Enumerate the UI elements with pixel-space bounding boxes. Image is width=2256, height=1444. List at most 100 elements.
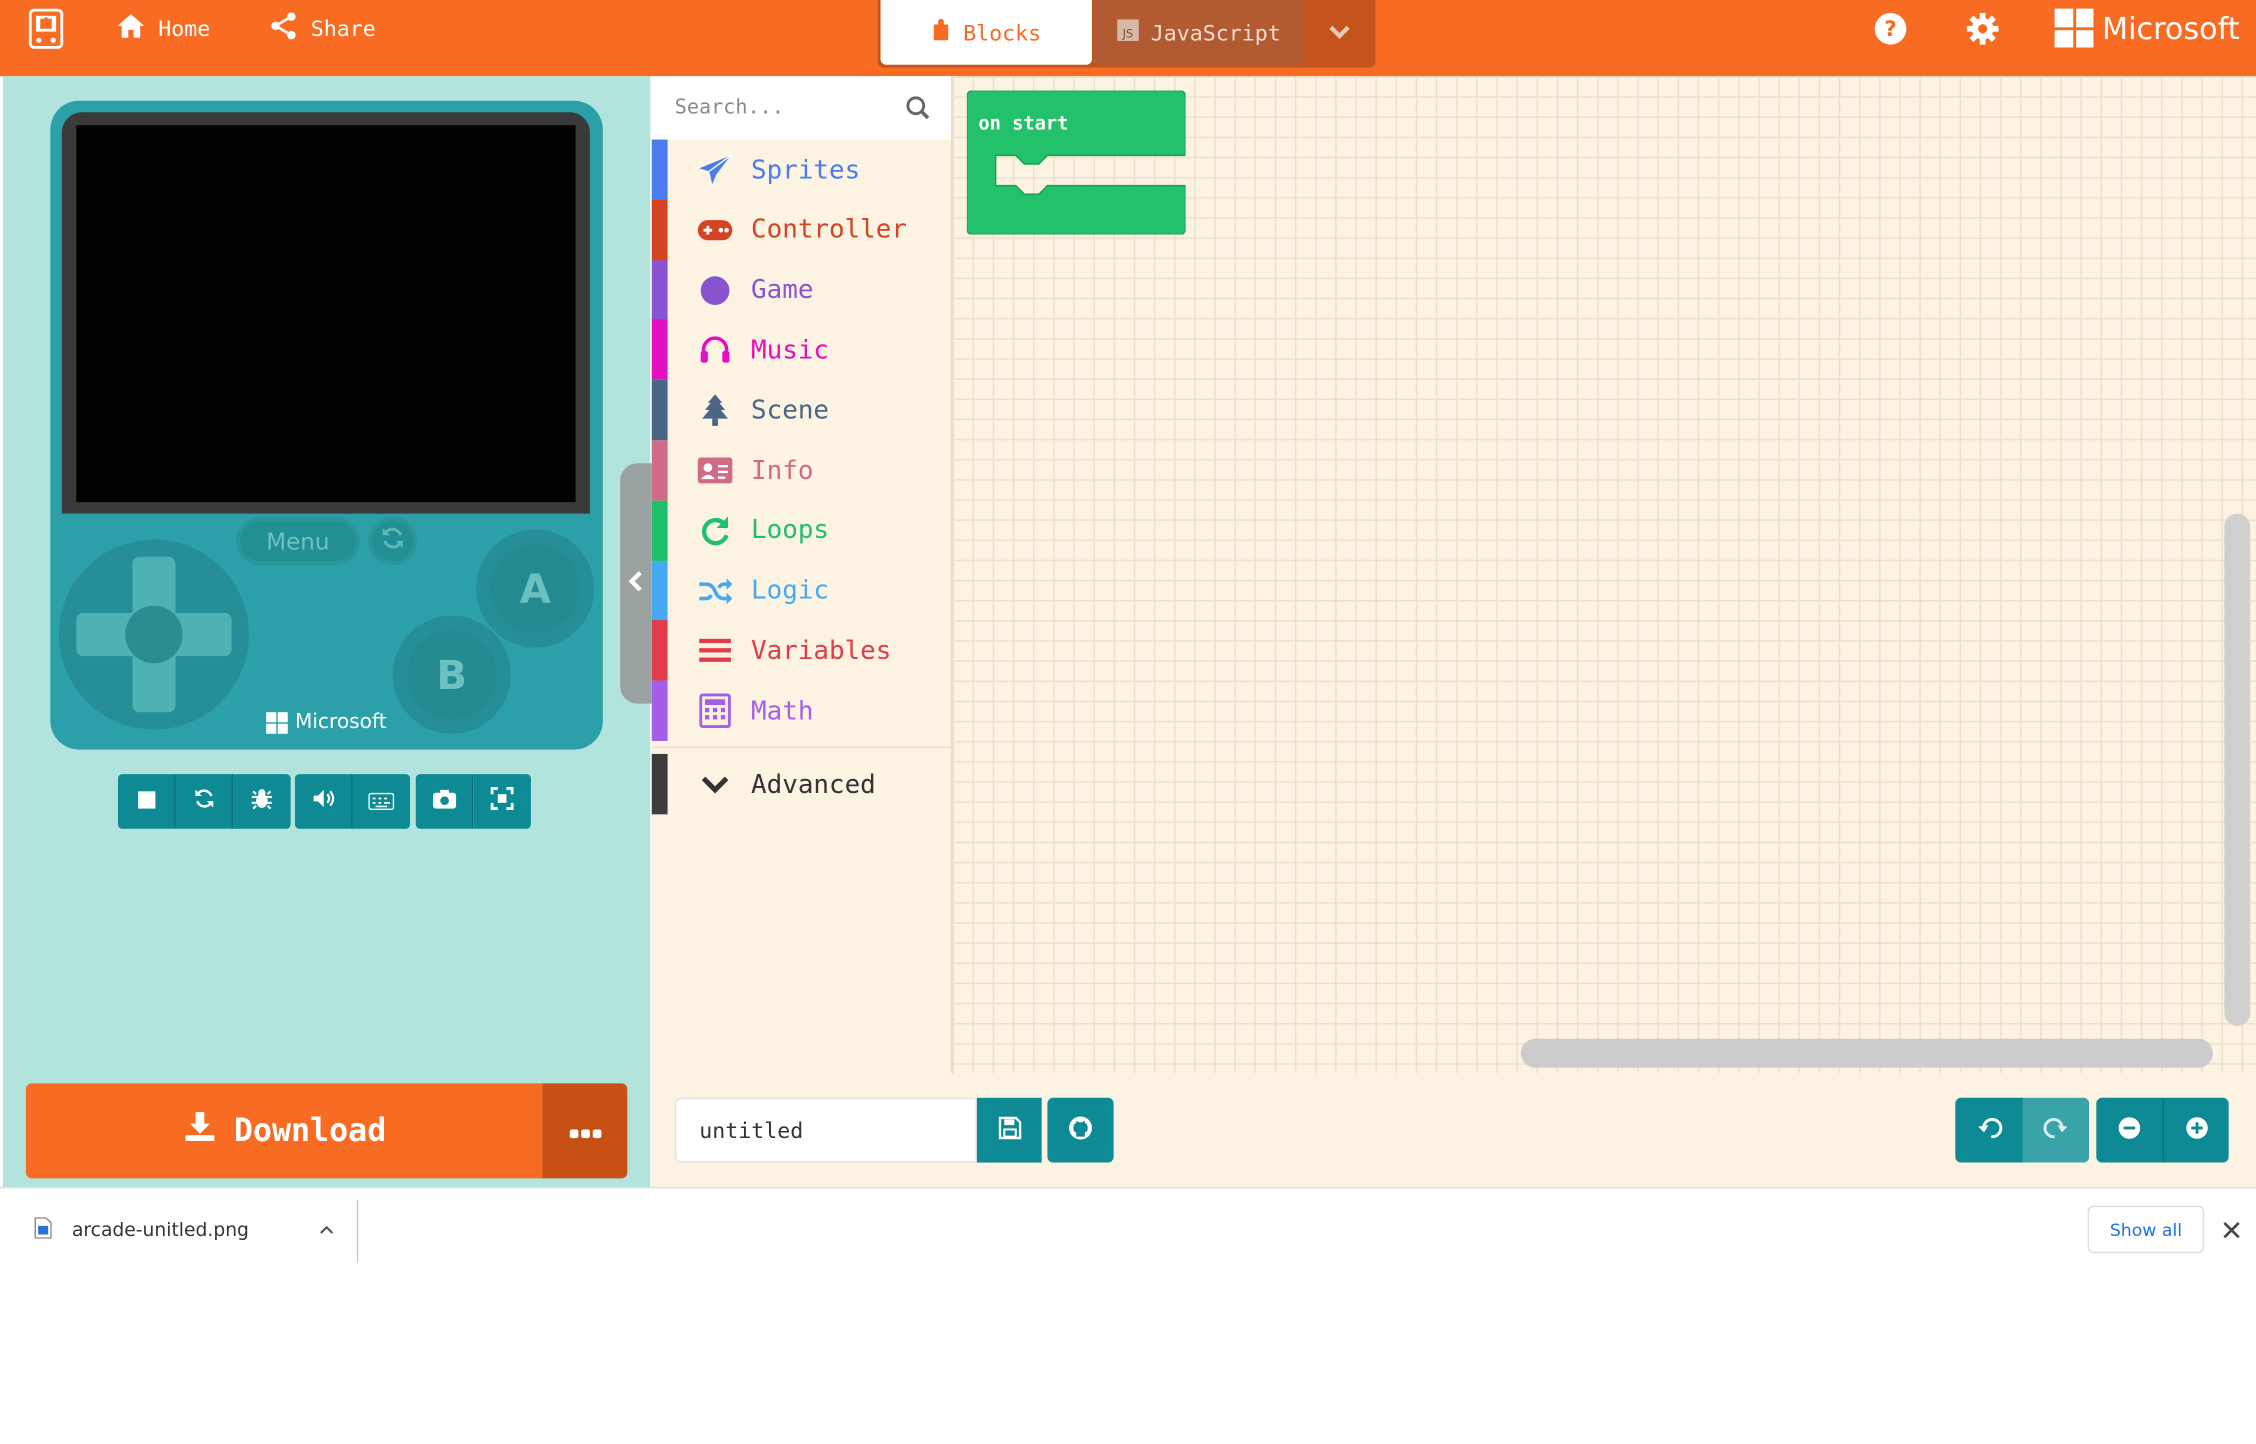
button-b[interactable]: B <box>392 615 511 734</box>
button-a[interactable]: A <box>476 529 595 648</box>
share-icon <box>268 10 300 47</box>
redo-button[interactable] <box>2022 1097 2090 1163</box>
help-icon[interactable]: ? <box>1873 12 1908 47</box>
screen-bezel <box>61 112 590 514</box>
collapse-simulator-button[interactable] <box>620 463 652 704</box>
tab-dropdown-button[interactable] <box>1304 0 1373 65</box>
keyboard-button[interactable] <box>352 774 411 829</box>
js-file-icon: JS <box>1116 18 1139 47</box>
id-card-icon <box>696 452 733 489</box>
editor-tabs: Blocks JS JavaScript <box>877 0 1376 68</box>
category-loops[interactable]: Loops <box>651 500 951 561</box>
volume-icon <box>311 787 334 816</box>
zoom-out-button[interactable] <box>2096 1097 2163 1163</box>
download-more-button[interactable] <box>542 1083 628 1179</box>
restart-button[interactable] <box>175 774 234 829</box>
chevron-down-icon <box>696 765 733 802</box>
category-scene[interactable]: Scene <box>651 380 951 441</box>
save-button[interactable] <box>976 1097 1042 1163</box>
show-all-button[interactable]: Show all <box>2087 1205 2205 1254</box>
chevron-down-icon <box>1327 19 1350 46</box>
category-sprites[interactable]: Sprites <box>651 139 951 200</box>
undo-icon <box>1976 1114 2002 1146</box>
category-controller[interactable]: Controller <box>651 199 951 261</box>
device-brand: Microsoft <box>266 710 387 734</box>
game-device: Menu A B Microsoft <box>50 100 603 750</box>
button-b-label: B <box>407 630 497 720</box>
screenshot-button[interactable] <box>415 774 474 829</box>
microsoft-brand[interactable]: Microsoft <box>2054 8 2240 48</box>
simulator-panel: Menu A B Microsoft Download <box>2 76 651 1187</box>
github-button[interactable] <box>1047 1097 1114 1163</box>
tab-javascript[interactable]: JS JavaScript <box>1093 0 1304 65</box>
share-label: Share <box>310 15 376 42</box>
download-file-name: arcade-unitled.png <box>71 1220 249 1242</box>
chevron-up-icon[interactable] <box>318 1220 335 1242</box>
project-name-input[interactable]: untitled <box>674 1097 977 1163</box>
on-start-block[interactable]: on start <box>966 89 1187 241</box>
category-advanced[interactable]: Advanced <box>651 753 951 815</box>
download-label: Download <box>233 1112 387 1149</box>
search-placeholder: Search... <box>674 96 784 120</box>
svg-text:?: ? <box>1884 17 1897 42</box>
dpad[interactable] <box>58 539 249 730</box>
editor-bottom-bar: untitled <box>651 1073 2256 1187</box>
github-icon <box>1068 1114 1094 1146</box>
category-label: Scene <box>751 395 830 426</box>
block-toolbox: Search... Sprites Controller Game Music Scen… <box>651 76 952 1187</box>
category-music[interactable]: Music <box>651 319 951 381</box>
chevron-left-icon <box>627 569 644 598</box>
arcade-logo-icon[interactable] <box>28 8 64 49</box>
blocks-workspace[interactable]: on start <box>951 76 2256 1074</box>
category-math[interactable]: Math <box>651 680 951 742</box>
camera-icon <box>431 788 457 815</box>
save-icon <box>998 1116 1021 1145</box>
reset-button[interactable] <box>372 520 413 562</box>
bug-icon <box>250 787 273 816</box>
search-icon[interactable] <box>905 95 931 121</box>
minus-circle-icon <box>2118 1116 2141 1145</box>
home-icon <box>115 10 147 47</box>
category-info[interactable]: Info <box>651 440 951 501</box>
category-logic[interactable]: Logic <box>651 560 951 621</box>
game-screen[interactable] <box>76 125 576 503</box>
home-button[interactable]: Home <box>115 12 210 47</box>
refresh-icon <box>380 525 406 557</box>
category-game[interactable]: Game <box>651 259 951 321</box>
menu-button[interactable]: Menu <box>240 520 356 562</box>
download-button[interactable]: Download <box>25 1083 543 1179</box>
puzzle-icon <box>931 17 951 47</box>
close-icon[interactable] <box>2219 1217 2245 1243</box>
workspace-horizontal-scrollbar[interactable] <box>1520 1038 2213 1068</box>
undo-button[interactable] <box>1955 1097 2023 1163</box>
fullscreen-button[interactable] <box>473 774 531 829</box>
category-variables[interactable]: Variables <box>651 620 951 682</box>
workspace-vertical-scrollbar[interactable] <box>2224 513 2251 1026</box>
sim-toolbar-group-3 <box>415 774 531 829</box>
category-label: Variables <box>751 635 892 666</box>
download-item[interactable]: arcade-unitled.png <box>34 1217 336 1244</box>
zoom-in-button[interactable] <box>2162 1097 2229 1163</box>
gamepad-icon <box>696 211 733 248</box>
keyboard-icon <box>368 788 395 815</box>
list-icon <box>696 632 733 669</box>
home-label: Home <box>158 15 211 42</box>
category-label: Loops <box>751 515 830 546</box>
svg-text:JS: JS <box>1121 26 1133 40</box>
category-label: Controller <box>751 214 907 246</box>
tab-blocks[interactable]: Blocks <box>880 0 1093 65</box>
stop-button[interactable] <box>117 774 176 829</box>
debug-button[interactable] <box>233 774 291 829</box>
device-brand-label: Microsoft <box>294 710 387 734</box>
category-label: Info <box>751 455 814 486</box>
category-label: Logic <box>751 575 830 606</box>
refresh-icon <box>192 787 215 816</box>
plus-circle-icon <box>2185 1116 2208 1145</box>
share-button[interactable]: Share <box>268 12 376 47</box>
gear-icon[interactable] <box>1965 12 2000 47</box>
category-label: Math <box>751 695 814 727</box>
mute-button[interactable] <box>294 774 353 829</box>
paper-plane-icon <box>696 151 733 188</box>
tree-icon <box>696 392 733 429</box>
search-input[interactable]: Search... <box>651 76 952 140</box>
